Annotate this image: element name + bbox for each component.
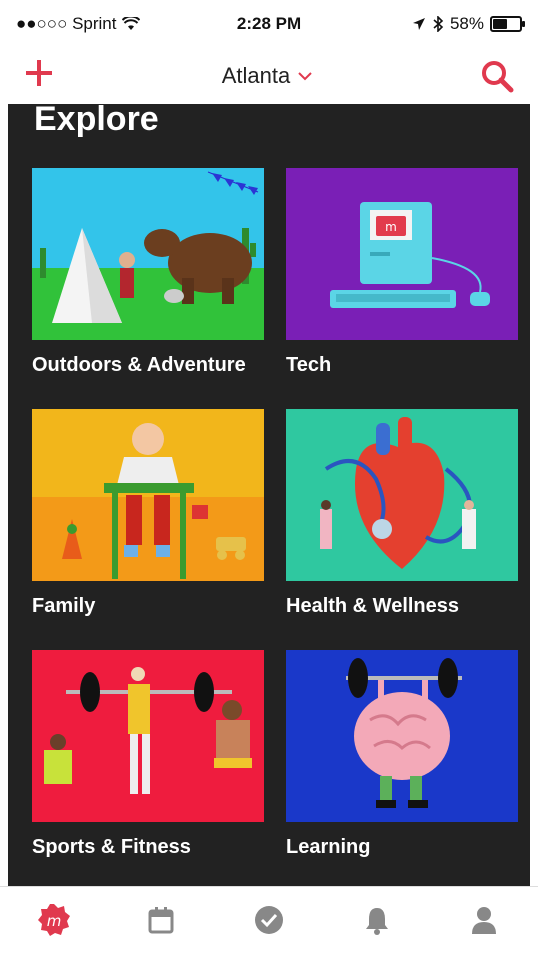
category-card-family[interactable]: Family <box>32 409 264 618</box>
tab-bar: m <box>0 886 538 953</box>
category-label: Outdoors & Adventure <box>32 354 246 376</box>
plus-icon <box>26 60 52 86</box>
add-button[interactable] <box>24 57 54 95</box>
category-label: Family <box>32 595 96 617</box>
meetup-logo-icon: m <box>37 904 70 936</box>
city-selector[interactable]: Atlanta <box>222 63 313 89</box>
carrier-text: ●●○○○ Sprint <box>16 14 117 33</box>
tab-notifications[interactable] <box>353 896 401 944</box>
status-left: ●●○○○ Sprint <box>16 14 141 34</box>
category-grid: Outdoors & Adventure m Tech Family Healt… <box>32 168 518 859</box>
sports-image <box>32 650 264 822</box>
status-bar: ●●○○○ Sprint 2:28 PM 58% <box>0 0 538 48</box>
learning-image <box>286 650 518 822</box>
battery-percent: 58% <box>449 14 484 33</box>
calendar-icon <box>148 907 174 934</box>
category-card-learning[interactable]: Learning <box>286 650 518 859</box>
family-image <box>32 409 264 581</box>
location-arrow-icon <box>412 18 425 30</box>
svg-text:m: m <box>46 912 61 930</box>
category-label: Tech <box>286 354 332 376</box>
search-icon <box>482 61 514 93</box>
page-title: Explore <box>34 104 159 138</box>
profile-icon <box>472 907 497 934</box>
nav-bar: Atlanta <box>0 48 538 104</box>
search-button[interactable] <box>480 59 514 93</box>
explore-section: Explore Outdoors & Adventure m Tech Fami… <box>8 104 530 886</box>
category-card-tech[interactable]: m Tech <box>286 168 518 377</box>
battery-fill <box>493 19 508 29</box>
tab-home[interactable]: m <box>30 896 78 944</box>
city-name: Atlanta <box>221 63 291 88</box>
tab-calendar[interactable] <box>137 896 185 944</box>
category-card-sports[interactable]: Sports & Fitness <box>32 650 264 859</box>
category-label: Learning <box>286 836 371 858</box>
bluetooth-icon <box>433 16 444 32</box>
svg-text:m: m <box>385 220 397 234</box>
category-label: Health & Wellness <box>286 595 460 617</box>
wifi-icon <box>122 17 141 30</box>
outdoors-image <box>32 168 264 340</box>
health-image <box>286 409 518 581</box>
chevron-down-icon <box>298 72 312 81</box>
tech-image: m <box>286 168 518 340</box>
category-card-health[interactable]: Health & Wellness <box>286 409 518 618</box>
check-circle-icon <box>254 906 283 934</box>
bell-icon <box>365 908 388 935</box>
category-label: Sports & Fitness <box>32 836 191 858</box>
tab-profile[interactable] <box>460 896 508 944</box>
status-right: 58% <box>412 14 525 34</box>
category-card-outdoors[interactable]: Outdoors & Adventure <box>32 168 264 377</box>
battery-icon <box>490 16 525 32</box>
tab-check[interactable] <box>245 896 293 944</box>
